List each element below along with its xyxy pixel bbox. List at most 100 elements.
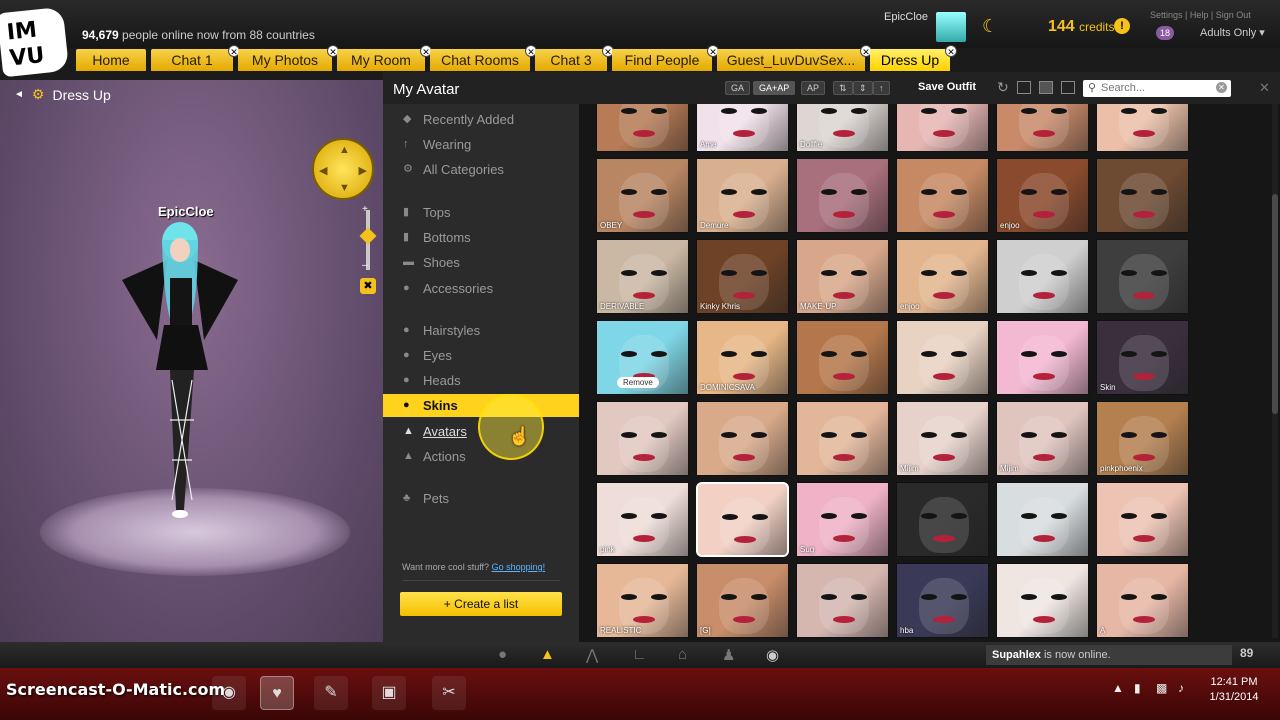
large-grid-view-icon[interactable] (1039, 81, 1053, 94)
skin-product-tile[interactable] (796, 563, 889, 638)
network-icon[interactable]: ▩ (1156, 681, 1167, 695)
refresh-icon[interactable]: ↻ (997, 79, 1009, 96)
tab-guest-luvduvsex[interactable]: Guest_LuvDuvSex... ✕ (717, 45, 872, 71)
snipping-tool-icon[interactable]: ✂ (432, 676, 466, 710)
notification-count[interactable]: 89 (1240, 646, 1253, 660)
skin-product-tile[interactable]: A (1096, 563, 1189, 638)
tab-my-photos[interactable]: My Photos ✕ (238, 45, 339, 71)
tab-my-room[interactable]: My Room ✕ (337, 45, 432, 71)
volume-icon[interactable]: ♪ (1178, 681, 1184, 695)
sidebar-item-hairstyles[interactable]: ● Hairstyles (383, 319, 579, 342)
save-outfit-button[interactable]: Save Outfit (918, 81, 976, 93)
skin-product-tile[interactable] (596, 104, 689, 152)
paint-icon[interactable]: ✎ (314, 676, 348, 710)
skin-product-tile[interactable] (1096, 239, 1189, 314)
clear-search-icon[interactable]: ✕ (1216, 82, 1227, 93)
skin-product-tile[interactable]: Mijim (996, 401, 1089, 476)
house-icon[interactable]: ⌂ (678, 646, 687, 663)
tab-chat-1[interactable]: Chat 1 ✕ (151, 45, 240, 71)
go-shopping-link[interactable]: Go shopping! (492, 562, 546, 572)
pet-icon[interactable]: ♟ (722, 646, 735, 664)
imvu-logo[interactable]: IM VU (0, 6, 70, 78)
skin-product-tile[interactable] (1096, 158, 1189, 233)
imvu-taskbar-icon[interactable]: ♥ (260, 676, 294, 710)
skin-product-tile[interactable]: Ame (696, 104, 789, 152)
skin-product-tile[interactable]: Sug (796, 482, 889, 557)
grid-scrollbar[interactable] (1272, 104, 1278, 638)
record-icon[interactable]: ◉ (212, 676, 246, 710)
skin-product-tile[interactable] (596, 401, 689, 476)
sort-icon[interactable]: ⇅ (833, 81, 853, 95)
remove-button[interactable]: Remove (617, 377, 659, 388)
skin-product-tile[interactable]: OBEY (596, 158, 689, 233)
sidebar-item-tops[interactable]: ▮ Tops (383, 201, 579, 224)
arrow-up-icon[interactable]: ▲ (339, 144, 350, 156)
skin-product-tile[interactable]: REALISTIC (596, 563, 689, 638)
camera-icon[interactable]: ◉ (766, 646, 779, 664)
arrow-down-icon[interactable]: ▼ (339, 182, 350, 194)
skin-product-tile[interactable] (796, 320, 889, 395)
reset-camera-icon[interactable]: ✖ (360, 278, 376, 294)
list-view-icon[interactable] (1061, 81, 1075, 94)
account-links[interactable]: Settings | Help | Sign Out (1150, 10, 1251, 20)
credits-help-icon[interactable]: ! (1114, 18, 1130, 34)
tab-dress-up[interactable]: Dress Up ✕ (870, 45, 957, 71)
skin-product-tile[interactable]: [G] (696, 563, 789, 638)
filter-ap-button[interactable]: AP (801, 81, 826, 95)
create-list-button[interactable]: + Create a list (400, 592, 562, 616)
search-box[interactable]: ⚲ ✕ (1083, 80, 1231, 97)
skin-product-tile[interactable] (896, 320, 989, 395)
skin-product-tile[interactable]: MAKE-UP (796, 239, 889, 314)
grid-view-icon[interactable] (1017, 81, 1031, 94)
arrow-left-icon[interactable]: ◀ (319, 164, 327, 177)
skin-product-tile[interactable]: Remove (596, 320, 689, 395)
pin-icon[interactable]: ◄ (14, 89, 24, 100)
skin-product-tile[interactable] (796, 401, 889, 476)
skin-product-tile[interactable] (996, 104, 1089, 152)
shirt-icon[interactable]: ▲ (540, 646, 555, 663)
search-input[interactable] (1101, 81, 1211, 95)
sidebar-item-all-categories[interactable]: ⚙ All Categories (383, 158, 579, 181)
scale-icon[interactable]: ⇕ (853, 81, 873, 95)
skin-product-tile[interactable] (996, 239, 1089, 314)
close-tab-icon[interactable]: ✕ (945, 45, 957, 57)
window-icon[interactable]: ▣ (372, 676, 406, 710)
skin-product-tile[interactable] (996, 563, 1089, 638)
skin-product-tile[interactable] (696, 401, 789, 476)
system-clock[interactable]: 12:41 PM 1/31/2014 (1196, 675, 1272, 705)
skin-product-tile[interactable]: Skin (1096, 320, 1189, 395)
skin-product-tile[interactable] (896, 482, 989, 557)
skin-product-tile[interactable] (996, 320, 1089, 395)
tab-chat-3[interactable]: Chat 3 ✕ (535, 45, 614, 71)
close-icon[interactable]: ✕ (1259, 80, 1270, 96)
signal-icon[interactable]: ▮ (1134, 681, 1141, 695)
zoom-slider-handle[interactable] (359, 227, 377, 245)
sidebar-item-bottoms[interactable]: ▮ Bottoms (383, 226, 579, 249)
tab-chat-rooms[interactable]: Chat Rooms ✕ (430, 45, 537, 71)
sidebar-item-eyes[interactable]: ● Eyes (383, 344, 579, 367)
skin-product-tile[interactable] (996, 482, 1089, 557)
sidebar-item-actions[interactable]: ▲ Actions (383, 445, 579, 468)
sidebar-item-wearing[interactable]: ↑ Wearing (383, 133, 579, 156)
tray-expand-icon[interactable]: ▲ (1112, 681, 1124, 695)
skin-product-tile[interactable]: Demure (696, 158, 789, 233)
skin-product-tile[interactable]: enjoo (996, 158, 1089, 233)
skin-product-tile[interactable]: Kinky Khris (696, 239, 789, 314)
sidebar-item-recently-added[interactable]: ◆ Recently Added (383, 108, 579, 131)
adults-only-dropdown[interactable]: Adults Only ▾ (1200, 26, 1265, 39)
zoom-out-icon[interactable]: – (362, 260, 368, 271)
skin-product-tile[interactable] (1096, 104, 1189, 152)
skin-product-tile[interactable] (796, 158, 889, 233)
skin-product-tile[interactable]: DOMINICSAVA (696, 320, 789, 395)
filter-ga-ap-button[interactable]: GA+AP (753, 81, 796, 95)
scrollbar-thumb[interactable] (1272, 194, 1278, 414)
sidebar-item-accessories[interactable]: ● Accessories (383, 277, 579, 300)
skin-product-tile[interactable] (1096, 482, 1189, 557)
skin-product-tile[interactable]: pink (596, 482, 689, 557)
skin-product-tile[interactable] (896, 158, 989, 233)
avatar-figure[interactable] (112, 220, 248, 520)
skin-product-tile[interactable]: enjoo (896, 239, 989, 314)
tab-home[interactable]: Home (76, 49, 146, 71)
skin-product-tile[interactable] (896, 104, 989, 152)
username-label[interactable]: EpicCloe (884, 11, 928, 23)
